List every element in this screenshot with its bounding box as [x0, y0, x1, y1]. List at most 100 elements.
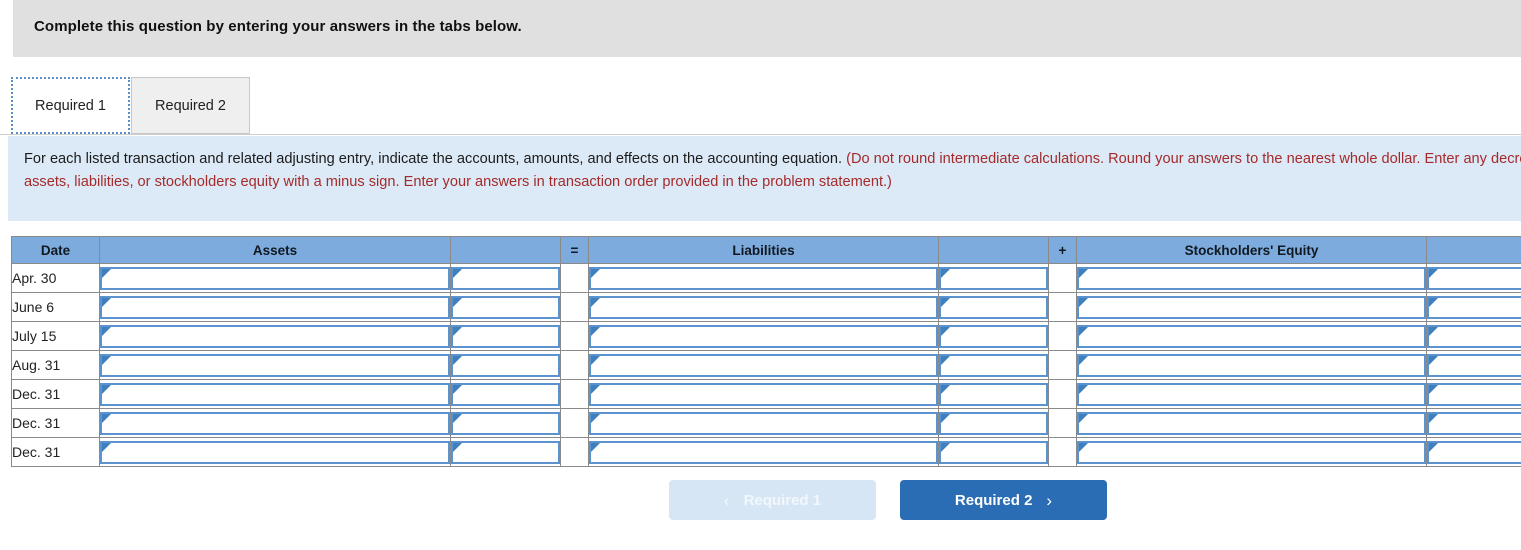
equity-amount-field[interactable] — [1427, 266, 1521, 290]
liabilities-amount-field[interactable] — [939, 382, 1048, 406]
equity-account-field[interactable] — [1077, 324, 1426, 348]
banner-title: Complete this question by entering your … — [34, 18, 522, 35]
equity-account-field[interactable] — [1077, 440, 1426, 464]
equity-account-field[interactable] — [1077, 382, 1426, 406]
liabilities-amount-field[interactable] — [939, 324, 1048, 348]
col-header-liabilities-amount — [938, 236, 1049, 264]
prev-required-1-button[interactable]: ‹ Required 1 — [669, 480, 876, 520]
liabilities-amount-field[interactable] — [939, 440, 1048, 464]
col-header-assets-amount — [450, 236, 561, 264]
assets-amount-field[interactable] — [451, 295, 560, 319]
assets-amount-field-cell — [450, 379, 561, 409]
assets-amount-field[interactable] — [451, 411, 560, 435]
assets-amount-field-cell — [450, 292, 561, 322]
operator-spacer-cell — [560, 408, 589, 438]
assets-account-field[interactable] — [100, 353, 450, 377]
chevron-left-icon: ‹ — [723, 490, 730, 510]
liabilities-account-field[interactable] — [589, 353, 938, 377]
equity-account-field[interactable] — [1077, 353, 1426, 377]
liabilities-account-field[interactable] — [589, 324, 938, 348]
liabilities-amount-field[interactable] — [939, 353, 1048, 377]
assets-amount-field[interactable] — [451, 440, 560, 464]
liabilities-account-field-cell — [588, 437, 939, 467]
assets-amount-field-cell — [450, 350, 561, 380]
col-header-assets: Assets — [99, 236, 451, 264]
liabilities-amount-field[interactable] — [939, 411, 1048, 435]
equity-amount-field[interactable] — [1427, 353, 1521, 377]
next-required-2-button[interactable]: Required 2 › — [900, 480, 1107, 520]
equity-amount-field[interactable] — [1427, 382, 1521, 406]
liabilities-account-field[interactable] — [589, 440, 938, 464]
equity-amount-field[interactable] — [1427, 295, 1521, 319]
equity-account-field-cell — [1076, 263, 1427, 293]
operator-spacer-cell — [1048, 437, 1077, 467]
equity-account-field-cell — [1076, 408, 1427, 438]
assets-account-field[interactable] — [100, 324, 450, 348]
assets-amount-field-cell — [450, 321, 561, 351]
liabilities-account-field[interactable] — [589, 411, 938, 435]
assets-account-field-cell — [99, 350, 451, 380]
liabilities-amount-field[interactable] — [939, 266, 1048, 290]
equity-account-field-cell — [1076, 321, 1427, 351]
operator-spacer-cell — [1048, 263, 1077, 293]
liabilities-amount-field[interactable] — [939, 295, 1048, 319]
liabilities-account-field[interactable] — [589, 295, 938, 319]
assets-account-field-cell — [99, 321, 451, 351]
assets-account-field[interactable] — [100, 440, 450, 464]
operator-spacer-cell — [560, 379, 589, 409]
tab-required-2[interactable]: Required 2 — [131, 77, 250, 134]
equity-account-field[interactable] — [1077, 295, 1426, 319]
assets-amount-field-cell — [450, 263, 561, 293]
assets-account-field-cell — [99, 379, 451, 409]
question-banner: Complete this question by entering your … — [13, 0, 1521, 57]
operator-spacer-cell — [560, 437, 589, 467]
liabilities-amount-field-cell — [938, 408, 1049, 438]
row-date-cell: Aug. 31 — [11, 350, 100, 380]
operator-spacer-cell — [1048, 350, 1077, 380]
liabilities-amount-field-cell — [938, 379, 1049, 409]
table-row: June 6 — [11, 292, 1521, 322]
assets-account-field[interactable] — [100, 266, 450, 290]
accounting-equation-table: Date Assets = Liabilities + Stockholders… — [11, 236, 1521, 467]
operator-spacer-cell — [560, 350, 589, 380]
liabilities-amount-field-cell — [938, 263, 1049, 293]
assets-account-field[interactable] — [100, 382, 450, 406]
instruction-panel: For each listed transaction and related … — [8, 136, 1521, 221]
operator-spacer-cell — [560, 321, 589, 351]
equity-amount-field[interactable] — [1427, 324, 1521, 348]
assets-account-field-cell — [99, 437, 451, 467]
col-header-plus-sign: + — [1048, 236, 1077, 264]
tab-required-1[interactable]: Required 1 — [11, 77, 130, 134]
equity-amount-field[interactable] — [1427, 411, 1521, 435]
tab-required-2-label: Required 2 — [155, 97, 226, 114]
operator-spacer-cell — [560, 263, 589, 293]
equity-amount-field-cell — [1426, 321, 1521, 351]
chevron-right-icon: › — [1046, 490, 1053, 510]
operator-spacer-cell — [1048, 292, 1077, 322]
table-row: Apr. 30 — [11, 263, 1521, 293]
next-button-label: Required 2 — [954, 491, 1033, 509]
assets-amount-field[interactable] — [451, 324, 560, 348]
instruction-text: For each listed transaction and related … — [24, 148, 1521, 194]
liabilities-account-field[interactable] — [589, 382, 938, 406]
equity-account-field[interactable] — [1077, 266, 1426, 290]
equity-amount-field-cell — [1426, 292, 1521, 322]
equity-account-field-cell — [1076, 292, 1427, 322]
liabilities-account-field[interactable] — [589, 266, 938, 290]
operator-spacer-cell — [1048, 321, 1077, 351]
row-date-cell: July 15 — [11, 321, 100, 351]
assets-amount-field[interactable] — [451, 266, 560, 290]
table-row: Dec. 31 — [11, 408, 1521, 438]
assets-amount-field[interactable] — [451, 382, 560, 406]
assets-account-field[interactable] — [100, 411, 450, 435]
assets-amount-field[interactable] — [451, 353, 560, 377]
equity-account-field[interactable] — [1077, 411, 1426, 435]
assets-account-field[interactable] — [100, 295, 450, 319]
table-header-row: Date Assets = Liabilities + Stockholders… — [11, 236, 1521, 264]
liabilities-account-field-cell — [588, 379, 939, 409]
liabilities-account-field-cell — [588, 408, 939, 438]
col-header-equity-amount — [1426, 236, 1521, 264]
liabilities-account-field-cell — [588, 350, 939, 380]
equity-amount-field[interactable] — [1427, 440, 1521, 464]
liabilities-account-field-cell — [588, 292, 939, 322]
